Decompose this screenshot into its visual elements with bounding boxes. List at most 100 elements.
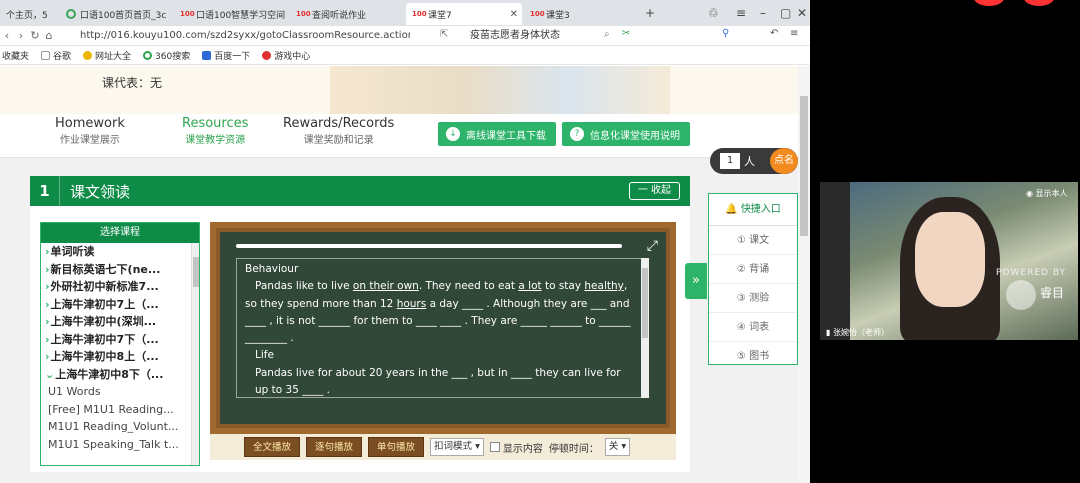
decoration bbox=[974, 0, 1064, 6]
quick-item-wordlist[interactable]: ④ 词表 bbox=[709, 313, 797, 342]
nav-label: Resources bbox=[182, 116, 249, 131]
course-item[interactable]: ›上海牛津初中7上（... bbox=[41, 296, 199, 314]
refresh-icon[interactable]: ↻ bbox=[28, 29, 42, 42]
bookmark-hao[interactable]: 网址大全 bbox=[83, 49, 131, 62]
url-field[interactable]: http://016.kouyu100.com/szd2syxx/gotoCla… bbox=[80, 28, 410, 44]
kouyu-favicon: 100 bbox=[296, 10, 311, 18]
show-content-toggle[interactable]: 显示内容 bbox=[489, 440, 543, 455]
count-field[interactable]: 1 bbox=[720, 153, 740, 169]
scrollbar-thumb[interactable] bbox=[642, 268, 648, 338]
menu-icon[interactable]: ≡ bbox=[736, 6, 746, 20]
passage-scrollbar[interactable] bbox=[641, 258, 649, 398]
nav-label: Homework bbox=[55, 116, 125, 131]
baidu-icon bbox=[202, 51, 212, 60]
course-item[interactable]: ›上海牛津初中(深圳... bbox=[41, 313, 199, 331]
minimize-icon[interactable]: – bbox=[760, 6, 766, 20]
quick-item-books[interactable]: ⑤ 图书 bbox=[709, 342, 797, 371]
extension-icon[interactable]: ✂ bbox=[622, 28, 630, 39]
scrollbar-thumb[interactable] bbox=[193, 257, 199, 287]
progress-bar[interactable] bbox=[236, 244, 622, 248]
roll-call-button[interactable]: 点名 bbox=[770, 148, 798, 174]
course-list-scrollbar[interactable] bbox=[191, 243, 199, 465]
nav-sublabel: 课堂教学资源 bbox=[185, 135, 246, 146]
course-item-expanded[interactable]: ⌄上海牛津初中8下（... bbox=[41, 366, 199, 384]
course-item[interactable]: ›上海牛津初中8上（... bbox=[41, 348, 199, 366]
highlighted-word[interactable]: on their own bbox=[353, 280, 419, 292]
quick-item-recite[interactable]: ② 背诵 bbox=[709, 255, 797, 284]
share-icon[interactable]: ⇱ bbox=[440, 29, 448, 40]
mode-select[interactable]: 扣词模式 ▾ bbox=[430, 438, 484, 456]
quick-entry-header: 🔔 快捷入口 bbox=[709, 194, 797, 226]
bookmark-google[interactable]: 谷歌 bbox=[41, 49, 71, 62]
single-sentence-button[interactable]: 单句播放 bbox=[368, 437, 425, 457]
quick-item-text[interactable]: ① 课文 bbox=[709, 226, 797, 255]
show-self-toggle[interactable]: ◉ 显示本人 bbox=[1026, 188, 1068, 199]
close-tab-icon[interactable]: ✕ bbox=[510, 9, 518, 20]
passage-heading: Life bbox=[255, 349, 274, 362]
home-icon[interactable]: ⌂ bbox=[42, 29, 56, 42]
shirt-icon[interactable]: ♲ bbox=[708, 6, 719, 20]
play-all-button[interactable]: 全文播放 bbox=[244, 437, 301, 457]
back-icon[interactable]: ‹ bbox=[0, 29, 14, 42]
fullscreen-icon[interactable]: ⤢ bbox=[647, 238, 658, 254]
kouyu-favicon: 100 bbox=[180, 10, 195, 18]
forward-icon[interactable]: › bbox=[14, 29, 28, 42]
section-header: 1 课文领读 一 收起 bbox=[30, 176, 690, 206]
course-item[interactable]: ›外研社初中新标准7... bbox=[41, 278, 199, 296]
nav-rewards[interactable]: Rewards/Records 课堂奖励和记录 bbox=[283, 116, 394, 146]
download-tool-button[interactable]: ↓ 离线课堂工具下载 bbox=[438, 122, 556, 146]
usage-guide-button[interactable]: ? 信息化课堂使用说明 bbox=[562, 122, 690, 146]
tab-homework[interactable]: 100 查阅听说作业 bbox=[290, 3, 400, 25]
kouyu-favicon bbox=[66, 9, 76, 19]
quick-item-quiz[interactable]: ③ 测验 bbox=[709, 284, 797, 313]
nav-resources[interactable]: Resources 课堂教学资源 bbox=[182, 116, 248, 146]
scrollbar-thumb[interactable] bbox=[800, 96, 808, 236]
course-item[interactable]: ›单词听读 bbox=[41, 243, 199, 261]
web-page: 课代表：无 Homework 作业课堂展示 Resources 课堂教学资源 R… bbox=[0, 66, 798, 483]
nav-sublabel: 课堂奖励和记录 bbox=[303, 135, 374, 146]
close-window-icon[interactable]: ✕ bbox=[797, 6, 807, 20]
highlighted-word[interactable]: hours bbox=[397, 298, 427, 310]
quick-access-panel: 🔔 快捷入口 ① 课文 ② 背诵 ③ 测验 ④ 词表 ⑤ 图书 bbox=[708, 193, 798, 373]
tab-classroom-3[interactable]: 100 课堂3 bbox=[524, 3, 634, 25]
bookmark-360[interactable]: 360搜索 bbox=[143, 49, 190, 62]
settings-icon[interactable]: ≡ bbox=[790, 28, 798, 39]
new-tab-icon[interactable]: + bbox=[645, 6, 655, 20]
lesson-item[interactable]: U1 Words bbox=[41, 383, 199, 401]
page-icon bbox=[41, 51, 51, 60]
play-by-sentence-button[interactable]: 逐句播放 bbox=[306, 437, 363, 457]
tab-home[interactable]: 个主页，5 bbox=[0, 3, 58, 25]
course-item[interactable]: ›新目标英语七下(ne... bbox=[41, 261, 199, 279]
tab-classroom-7[interactable]: 100 课堂7 ✕ bbox=[406, 3, 522, 25]
help-icon: ? bbox=[570, 127, 584, 141]
search-field[interactable]: 疫苗志愿者身体状态 bbox=[470, 28, 600, 44]
360-icon bbox=[143, 51, 153, 60]
lesson-item[interactable]: [Free] M1U1 Reading... bbox=[41, 401, 199, 419]
kouyu-favicon: 100 bbox=[412, 10, 427, 18]
lesson-item[interactable]: M1U1 Speaking_Talk t... bbox=[41, 436, 199, 454]
passage-paragraph: Pandas like to live on their own. They n… bbox=[245, 280, 631, 345]
bookmark-baidu[interactable]: 百度一下 bbox=[202, 49, 250, 62]
section-number: 1 bbox=[30, 176, 60, 206]
arrow-right-icon: › bbox=[45, 332, 50, 346]
arrow-down-icon: ⌄ bbox=[45, 367, 55, 381]
lesson-item[interactable]: M1U1 Reading_Volunt... bbox=[41, 418, 199, 436]
tab-learning-space[interactable]: 100 口语100智慧学习空间 bbox=[174, 3, 286, 25]
checkbox[interactable] bbox=[489, 442, 500, 452]
collapse-button[interactable]: 一 收起 bbox=[628, 182, 680, 200]
tab-kouyu-home[interactable]: 口语100首页首页_3c bbox=[60, 3, 170, 25]
page-scrollbar[interactable] bbox=[798, 66, 810, 483]
undo-icon[interactable]: ↶ bbox=[770, 28, 778, 39]
highlighted-word[interactable]: a lot bbox=[518, 280, 541, 292]
expand-sidebar-button[interactable]: » bbox=[685, 263, 707, 299]
maximize-icon[interactable]: ▢ bbox=[780, 6, 791, 20]
course-item[interactable]: ›上海牛津初中7下（... bbox=[41, 331, 199, 349]
nav-homework[interactable]: Homework 作业课堂展示 bbox=[55, 116, 125, 146]
bookmark-games[interactable]: 游戏中心 bbox=[262, 49, 310, 62]
highlighted-word[interactable]: healthy bbox=[584, 280, 623, 292]
find-icon[interactable]: ⚲ bbox=[722, 28, 729, 39]
search-icon[interactable]: ⌕ bbox=[604, 29, 610, 40]
quick-entry: 🔔 快捷入口 ① 课文 ② 背诵 ③ 测验 ④ 词表 ⑤ 图书 bbox=[708, 193, 798, 371]
bookmark-folder[interactable]: 收藏夹 bbox=[2, 49, 29, 62]
pause-select[interactable]: 关 ▾ bbox=[604, 438, 631, 456]
